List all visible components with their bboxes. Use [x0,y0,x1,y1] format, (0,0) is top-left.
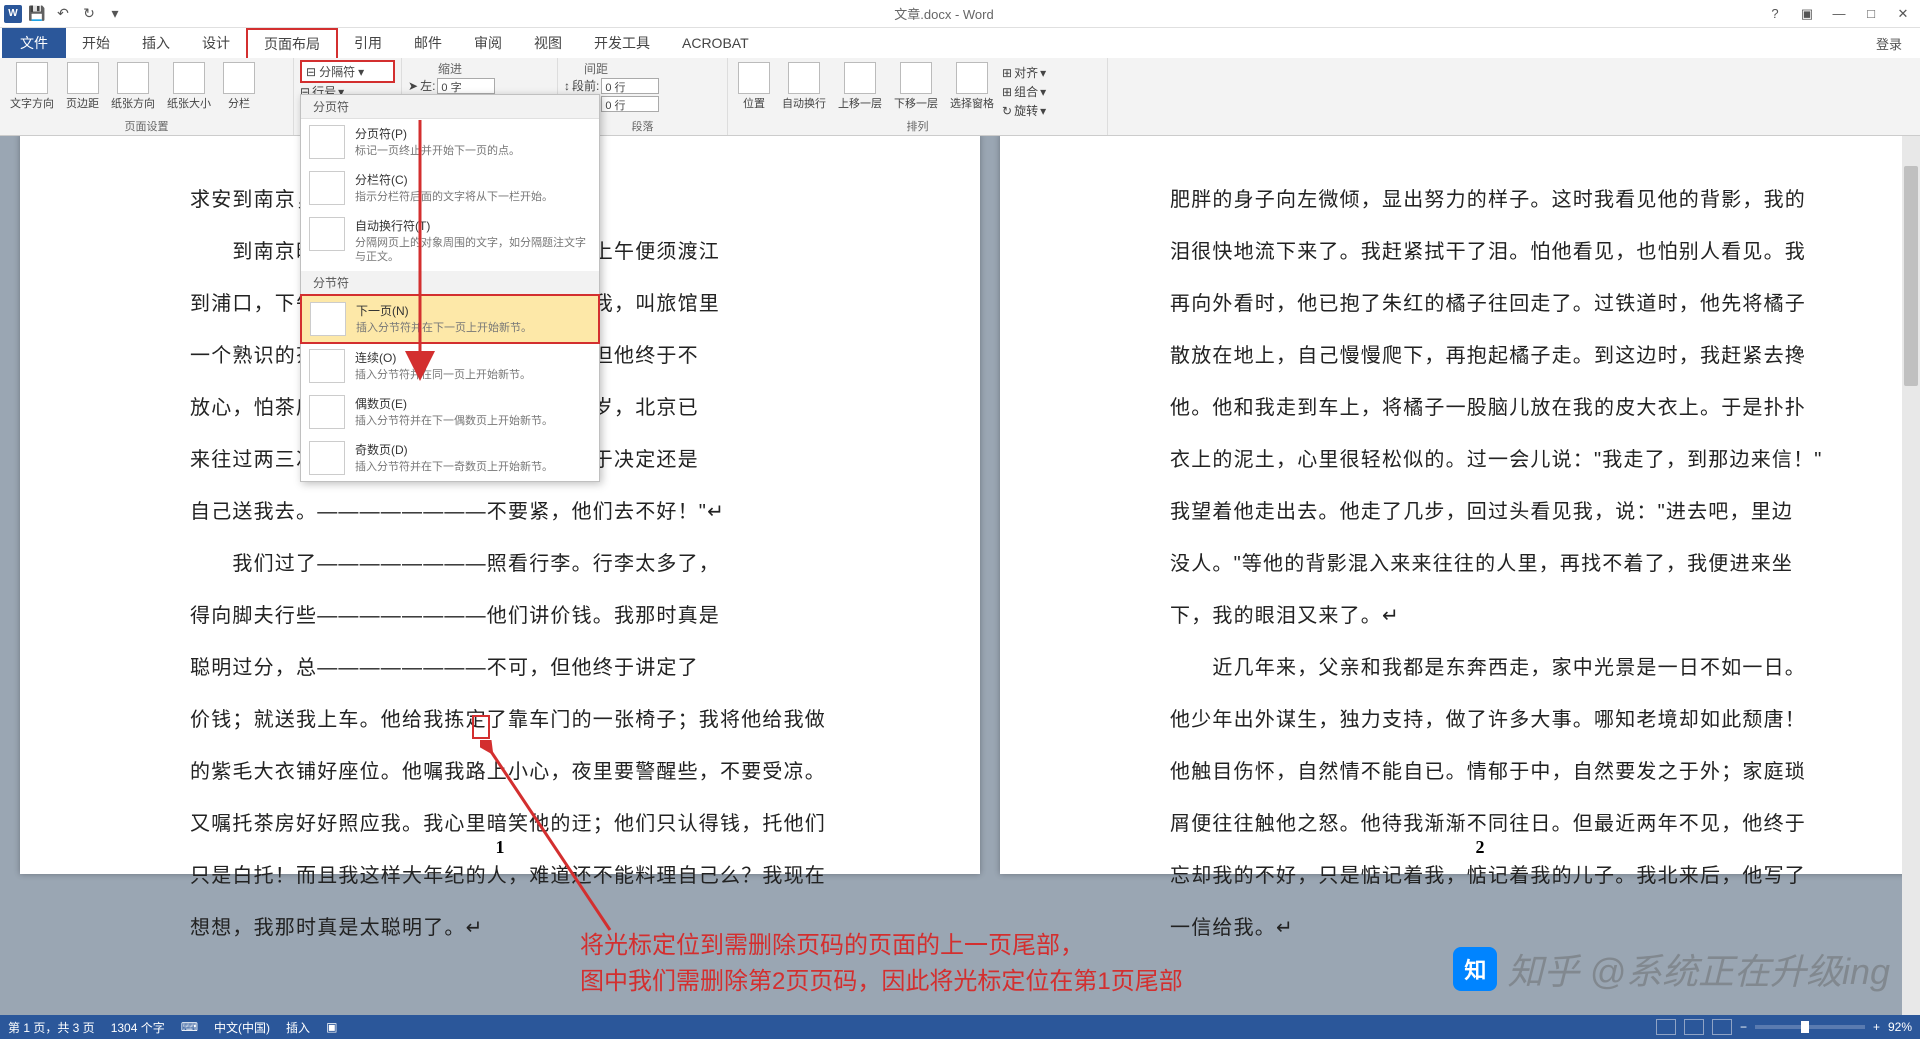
bring-forward-button[interactable]: 上移一层 [834,60,886,120]
login-link[interactable]: 登录 [1858,28,1920,58]
page-setup-group-label: 页面设置 [0,118,293,134]
next-page-break-icon [310,302,346,336]
tab-acrobat[interactable]: ACROBAT [666,28,765,58]
tab-insert[interactable]: 插入 [126,28,186,58]
annotation-text: 将光标定位到需删除页码的页面的上一页尾部， 图中我们需删除第2页页码，因此将光标… [580,928,1183,1000]
tab-home[interactable]: 开始 [66,28,126,58]
dropdown-section-section-breaks: 分节符 [301,271,599,295]
status-page-indicator[interactable]: 第 1 页，共 3 页 [8,1019,95,1036]
ribbon: 文字方向 页边距 纸张方向 纸张大小 分栏 页面设置 ⊟ 分隔符 ▾ ⊟ 行号 … [0,58,1920,136]
continuous-break-icon [309,349,345,383]
page-number-1: 1 [20,837,980,858]
zhihu-logo-icon: 知 [1453,947,1497,991]
tab-review[interactable]: 审阅 [458,28,518,58]
tab-file[interactable]: 文件 [2,28,66,58]
columns-button[interactable]: 分栏 [219,60,259,113]
breaks-dropdown: 分页符 分页符(P)标记一页终止并开始下一页的点。 分栏符(C)指示分栏符后面的… [300,94,600,482]
menu-item-column-break[interactable]: 分栏符(C)指示分栏符后面的文字将从下一栏开始。 [301,165,599,211]
orientation-button[interactable]: 纸张方向 [107,60,159,113]
tab-mailings[interactable]: 邮件 [398,28,458,58]
odd-page-break-icon [309,441,345,475]
tab-developer[interactable]: 开发工具 [578,28,666,58]
tab-design[interactable]: 设计 [186,28,246,58]
status-language[interactable]: 中文(中国) [214,1019,270,1036]
selection-pane-button[interactable]: 选择窗格 [946,60,998,120]
title-bar: W 💾 ↶ ↻ ▾ 文章.docx - Word ? ▣ — □ ✕ [0,0,1920,28]
breaks-button[interactable]: ⊟ 分隔符 ▾ [300,60,395,83]
ribbon-display-icon[interactable]: ▣ [1794,3,1820,25]
menu-item-even-page-section-break[interactable]: 偶数页(E)插入分节符并在下一偶数页上开始新节。 [301,389,599,435]
redo-icon[interactable]: ↻ [78,3,100,25]
document-area: 求安到南京，课————————仅门。↵ 到南京时，————————；第二日上午便… [0,136,1920,1015]
dropdown-section-page-breaks: 分页符 [301,95,599,119]
page-2[interactable]: 肥胖的身子向左微倾，显出努力的样子。这时我看见他的背影，我的泪很快地流下来了。我… [1000,136,1920,874]
tab-page-layout[interactable]: 页面布局 [246,28,338,58]
menu-item-text-wrapping-break[interactable]: 自动换行符(T)分隔网页上的对象周围的文字，如分隔题注文字与正文。 [301,211,599,271]
maximize-icon[interactable]: □ [1858,3,1884,25]
tab-view[interactable]: 视图 [518,28,578,58]
align-button[interactable]: ⊞ 对齐 ▾ [1002,64,1046,81]
wrap-text-button[interactable]: 自动换行 [778,60,830,120]
column-break-icon [309,171,345,205]
view-web-layout-icon[interactable] [1712,1019,1732,1035]
menu-item-continuous-section-break[interactable]: 连续(O)插入分节符并在同一页上开始新节。 [301,343,599,389]
page-break-icon [309,125,345,159]
margins-button[interactable]: 页边距 [62,60,103,113]
word-app-icon: W [4,5,22,23]
page-number-2: 2 [1000,837,1920,858]
help-icon[interactable]: ? [1762,3,1788,25]
zoom-out-button[interactable]: − [1740,1020,1747,1034]
arrange-group-label: 排列 [728,118,1107,134]
group-button[interactable]: ⊞ 组合 ▾ [1002,83,1046,100]
status-macro-icon[interactable]: ▣ [326,1020,337,1034]
status-lang-icon[interactable]: ⌨ [181,1020,198,1034]
text-wrap-break-icon [309,217,345,251]
paper-size-button[interactable]: 纸张大小 [163,60,215,113]
menu-item-page-break[interactable]: 分页符(P)标记一页终止并开始下一页的点。 [301,119,599,165]
save-icon[interactable]: 💾 [26,3,48,25]
even-page-break-icon [309,395,345,429]
status-insert-mode[interactable]: 插入 [286,1019,310,1036]
menu-item-odd-page-section-break[interactable]: 奇数页(D)插入分节符并在下一奇数页上开始新节。 [301,435,599,481]
status-bar: 第 1 页，共 3 页 1304 个字 ⌨ 中文(中国) 插入 ▣ − + 92… [0,1015,1920,1039]
menu-item-next-page-section-break[interactable]: 下一页(N)插入分节符并在下一页上开始新节。 [301,295,599,343]
close-icon[interactable]: ✕ [1890,3,1916,25]
zoom-level[interactable]: 92% [1888,1020,1912,1034]
tab-references[interactable]: 引用 [338,28,398,58]
spacing-before-spinner[interactable]: ↕ 段前: 0 行 [564,77,721,94]
minimize-icon[interactable]: — [1826,3,1852,25]
ribbon-tabs: 文件 开始 插入 设计 页面布局 引用 邮件 审阅 视图 开发工具 ACROBA… [0,28,1920,58]
rotate-button[interactable]: ↻ 旋转 ▾ [1002,102,1046,119]
zoom-slider[interactable] [1755,1025,1865,1029]
view-read-mode-icon[interactable] [1656,1019,1676,1035]
qat-customize-icon[interactable]: ▾ [104,3,126,25]
send-backward-button[interactable]: 下移一层 [890,60,942,120]
scrollbar-thumb[interactable] [1904,166,1918,386]
position-button[interactable]: 位置 [734,60,774,120]
document-title: 文章.docx - Word [126,4,1762,23]
indent-left-spinner[interactable]: ➤ 左: 0 字 [408,77,551,94]
watermark: 知 知乎 @系统正在升级ing [1453,943,1890,995]
text-direction-button[interactable]: 文字方向 [6,60,58,113]
vertical-scrollbar[interactable] [1902,136,1920,1015]
undo-icon[interactable]: ↶ [52,3,74,25]
cursor-position-marker [472,715,490,739]
zoom-in-button[interactable]: + [1873,1020,1880,1034]
status-word-count[interactable]: 1304 个字 [111,1019,165,1036]
view-print-layout-icon[interactable] [1684,1019,1704,1035]
